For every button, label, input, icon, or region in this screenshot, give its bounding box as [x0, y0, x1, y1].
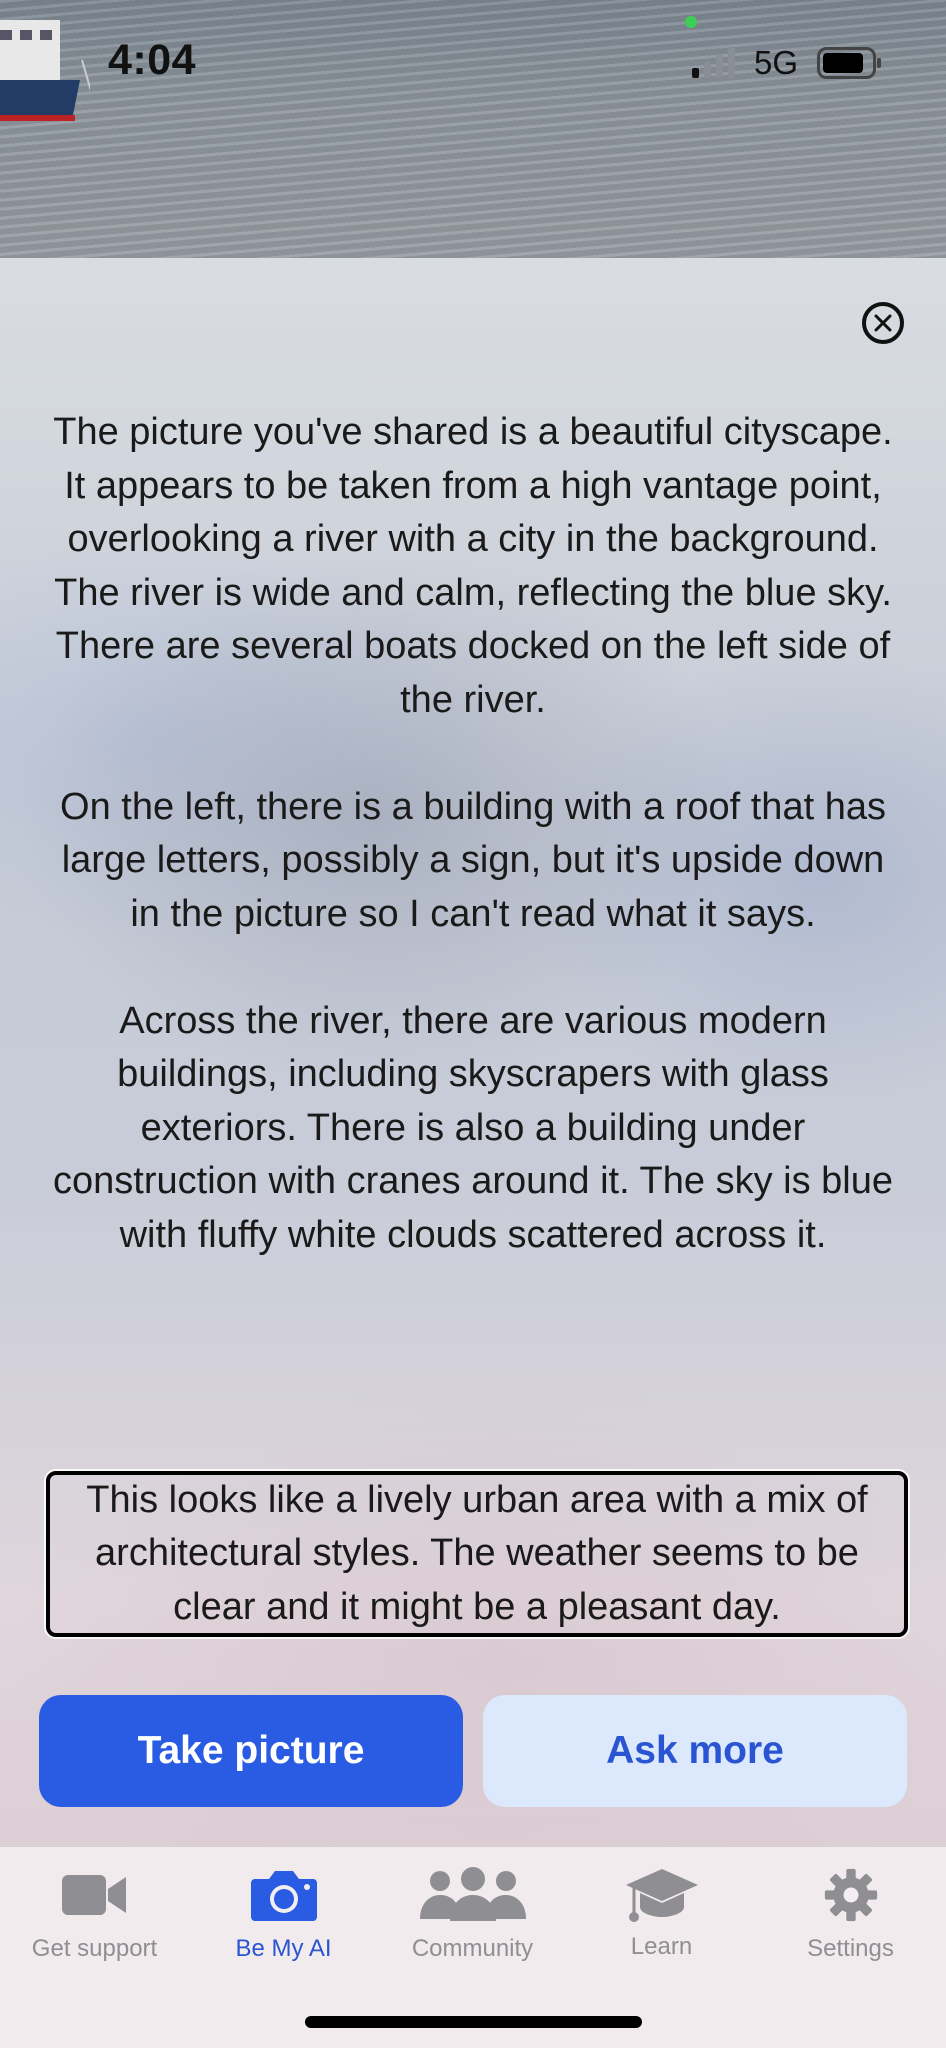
tab-label: Community [411, 1935, 534, 1962]
cellular-signal-icon [692, 48, 735, 78]
ask-more-button[interactable]: Ask more [483, 1695, 907, 1807]
tab-learn[interactable]: Learn [567, 1847, 756, 1977]
take-picture-button[interactable]: Take picture [39, 1695, 463, 1807]
description-paragraph: On the left, there is a building with a … [60, 785, 886, 935]
people-icon [419, 1867, 526, 1921]
status-time: 4:04 [108, 36, 197, 84]
tab-get-support[interactable]: Get support [0, 1847, 189, 1977]
network-type: 5G [754, 44, 799, 81]
privacy-indicator-dot [685, 16, 697, 28]
tab-label: Settings [807, 1935, 894, 1962]
description-paragraph: Across the river, there are various mode… [53, 999, 893, 1256]
status-bar: 4:04 5G [0, 0, 946, 120]
battery-icon [817, 47, 881, 79]
tab-label: Learn [630, 1933, 693, 1960]
ai-description: The picture you've shared is a beautiful… [50, 406, 896, 1316]
tab-be-my-ai[interactable]: Be My AI [189, 1847, 378, 1977]
video-camera-icon [61, 1875, 126, 1915]
home-indicator [305, 2016, 642, 2028]
gear-icon [824, 1868, 877, 1922]
tab-settings[interactable]: Settings [756, 1847, 945, 1977]
tab-label: Be My AI [235, 1935, 332, 1962]
tab-label: Get support [31, 1935, 158, 1962]
highlighted-text: This looks like a lively urban area with… [86, 1478, 868, 1628]
tab-community[interactable]: Community [378, 1847, 567, 1977]
close-button[interactable] [862, 302, 904, 344]
camera-icon [250, 1871, 317, 1921]
description-paragraph: The picture you've shared is a beautiful… [53, 411, 893, 721]
graduation-cap-icon [625, 1869, 698, 1922]
focused-description-paragraph[interactable]: This looks like a lively urban area with… [46, 1471, 908, 1637]
close-icon [874, 314, 892, 332]
